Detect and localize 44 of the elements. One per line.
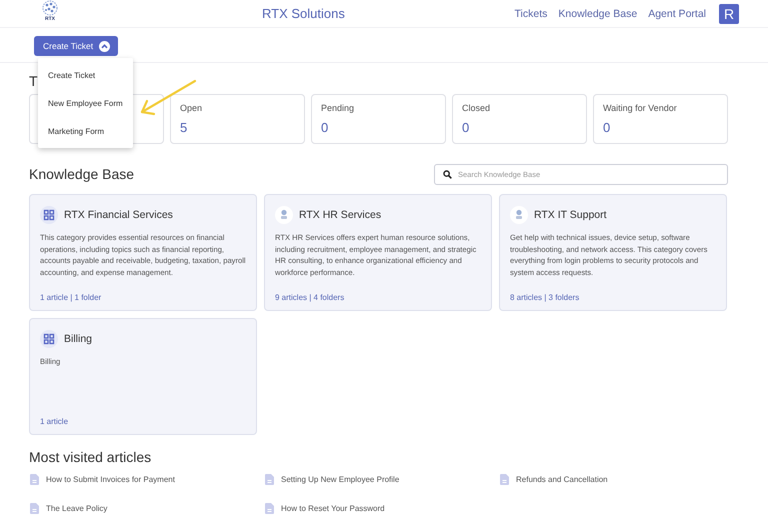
category-card[interactable]: [499, 194, 727, 311]
grid-icon: [40, 330, 58, 348]
article-link[interactable]: How to Submit Invoices for Payment: [46, 475, 175, 484]
article-link[interactable]: The Leave Policy: [46, 504, 108, 513]
stat-value: 0: [321, 120, 330, 135]
document-icon: [30, 474, 39, 485]
document-icon: [265, 474, 274, 485]
stat-label: Pending: [321, 103, 356, 113]
menu-item[interactable]: Marketing Form: [38, 118, 133, 146]
document-icon: [265, 503, 274, 514]
section-title: Knowledge Base: [29, 166, 134, 182]
stat-label: Waiting for Vendor: [603, 103, 678, 113]
article-link[interactable]: How to Reset Your Password: [281, 504, 385, 513]
category-meta: 8 articles | 3 folders: [510, 293, 580, 302]
site-title: RTX Solutions: [262, 6, 345, 21]
document-icon: [30, 503, 39, 514]
nav-link[interactable]: Tickets: [514, 8, 548, 20]
create-ticket-button[interactable]: Create Ticket: [34, 36, 118, 56]
nav-link[interactable]: Knowledge Base: [558, 8, 638, 20]
stat-label: Open: [180, 103, 204, 113]
category-title: RTX IT Support: [534, 209, 607, 221]
stat-value: 5: [180, 120, 188, 135]
category-title: Billing: [64, 333, 92, 345]
category-meta: 1 article | 1 folder: [40, 293, 102, 302]
category-card[interactable]: [264, 194, 492, 311]
menu-item[interactable]: New Employee Form: [38, 90, 133, 118]
stat-value: 0: [462, 120, 470, 135]
document-icon: [500, 474, 509, 485]
category-meta: 9 articles | 4 folders: [275, 293, 346, 302]
section-title: T: [29, 73, 38, 91]
stat-label: Closed: [462, 103, 492, 113]
category-meta: 1 article: [40, 417, 70, 426]
avatar[interactable]: R: [719, 4, 739, 24]
search-icon: [443, 170, 452, 178]
stat-value: 0: [603, 120, 612, 135]
nav-link[interactable]: Agent Portal: [648, 8, 706, 20]
category-title: RTX Financial Services: [64, 209, 173, 221]
article-link[interactable]: Setting Up New Employee Profile: [281, 475, 400, 484]
category-card[interactable]: [29, 194, 257, 311]
category-title: RTX HR Services: [299, 209, 382, 221]
section-title: Most visited articles: [29, 449, 152, 467]
grid-icon: [40, 206, 58, 224]
article-link[interactable]: Refunds and Cancellation: [516, 475, 608, 484]
menu-item[interactable]: Create Ticket: [38, 62, 133, 90]
